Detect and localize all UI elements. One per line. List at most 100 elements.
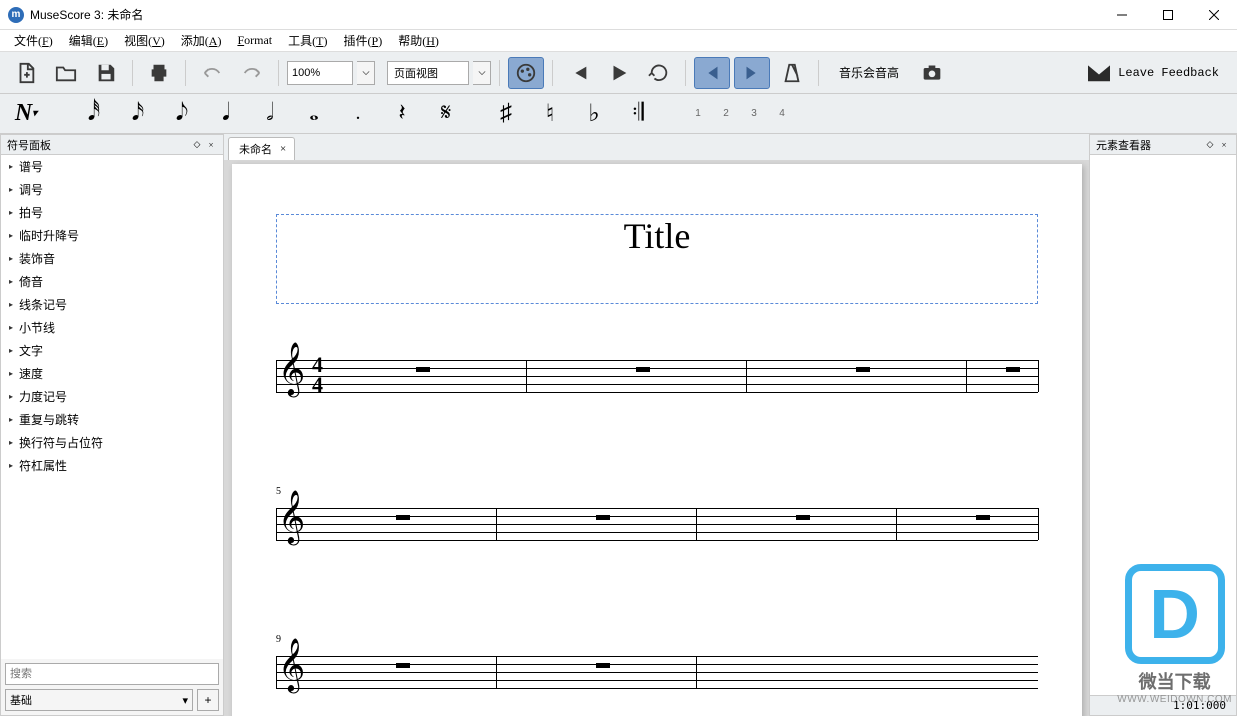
menu-add[interactable]: 添加(A) [173,30,230,51]
palette-item-beam[interactable]: 符杠属性 [1,454,223,477]
note-half-button[interactable]: 𝅝 [296,98,332,130]
treble-clef-icon: 𝄞 [278,490,305,545]
screenshot-button[interactable] [915,59,949,87]
main-toolbar: 100% 页面视图 音乐会音高 Leave Feedback [0,52,1237,94]
score-canvas[interactable]: Title 𝄞 44 5 𝄞 [224,160,1089,716]
note-8th-button[interactable]: 𝅘𝅥 [208,98,244,130]
menu-file[interactable]: 文件(F) [6,30,61,51]
palette-list: 谱号 调号 拍号 临时升降号 装饰音 倚音 线条记号 小节线 文字 速度 力度记… [1,155,223,659]
flat-button[interactable]: ♭ [576,98,612,130]
time-signature: 44 [312,355,323,395]
concert-pitch-button[interactable]: 音乐会音高 [827,64,911,81]
new-score-button[interactable] [8,57,44,89]
voice-3-button[interactable]: 3 [744,104,764,124]
save-button[interactable] [88,57,124,89]
feedback-label: Leave Feedback [1118,66,1219,80]
rewind-button[interactable] [561,57,597,89]
print-button[interactable] [141,57,177,89]
note-32nd-button[interactable]: 𝅘𝅥𝅯 [120,98,156,130]
treble-clef-icon: 𝄞 [278,638,305,693]
view-mode-dropdown[interactable] [473,61,491,85]
palette-item-lines[interactable]: 线条记号 [1,293,223,316]
note-input-mode-button[interactable]: N▾ [8,98,44,130]
palette-item-grace[interactable]: 倚音 [1,270,223,293]
palette-item-accidentals[interactable]: 临时升降号 [1,224,223,247]
palette-item-text[interactable]: 文字 [1,339,223,362]
palette-undock-icon[interactable]: ◇ [191,139,203,151]
palette-item-ornaments[interactable]: 装饰音 [1,247,223,270]
app-logo: m [8,7,24,23]
tab-close-icon[interactable]: × [280,143,286,155]
inspector-close-icon[interactable]: × [1218,139,1230,151]
watermark: D 微当下载 WWW.WEIDOWN.COM [1117,564,1232,705]
minimize-button[interactable] [1099,0,1145,30]
palette-item-repeats[interactable]: 重复与跳转 [1,408,223,431]
score-title[interactable]: Title [624,215,691,257]
palette-close-icon[interactable]: × [205,139,217,151]
voice-2-button[interactable]: 2 [716,104,736,124]
voice-1-button[interactable]: 1 [688,104,708,124]
metronome-button[interactable] [774,57,810,89]
maximize-button[interactable] [1145,0,1191,30]
window-title: MuseScore 3: 未命名 [30,6,1099,23]
menu-format[interactable]: Format [229,31,280,50]
staff-system-1[interactable]: 𝄞 44 [276,352,1038,400]
loop-in-button[interactable] [694,57,730,89]
note-16th-button[interactable]: 𝅘𝅥𝅮 [164,98,200,130]
play-button[interactable] [601,57,637,89]
inspector-undock-icon[interactable]: ◇ [1204,139,1216,151]
tie-button[interactable]: 𝄋 [428,98,464,130]
menu-tools[interactable]: 工具(T) [280,30,335,51]
loop-button[interactable] [641,57,677,89]
palette-item-barlines[interactable]: 小节线 [1,316,223,339]
palette-search-input[interactable] [5,663,219,685]
menu-edit[interactable]: 编辑(E) [61,30,116,51]
menu-help[interactable]: 帮助(H) [390,30,447,51]
palette-mode-combo[interactable]: 基础▾ [5,689,193,711]
score-page: Title 𝄞 44 5 𝄞 [232,164,1082,716]
redo-button[interactable] [234,57,270,89]
inspector-panel: 元素查看器 ◇ × D 微当下载 WWW.WEIDOWN.COM 1:01:00… [1089,134,1237,716]
voice-4-button[interactable]: 4 [772,104,792,124]
menu-plugins[interactable]: 插件(P) [335,30,390,51]
palette-item-keysig[interactable]: 调号 [1,178,223,201]
palette-panel: 符号面板 ◇ × 谱号 调号 拍号 临时升降号 装饰音 倚音 线条记号 小节线 … [0,134,224,716]
palette-add-button[interactable]: + [197,689,219,711]
title-frame[interactable]: Title [276,214,1038,304]
staff-system-2[interactable]: 5 𝄞 [276,500,1038,548]
score-area: 未命名 × Title 𝄞 44 [224,134,1089,716]
note-input-toolbar: N▾ 𝅘𝅥𝅰 𝅘𝅥𝅯 𝅘𝅥𝅮 𝅘𝅥 𝅗𝅥 𝅝 . 𝄽 𝄋 ♯ ♮ ♭ 𝄇 1 2… [0,94,1237,134]
sharp-button[interactable]: ♯ [488,98,524,130]
view-mode-combo[interactable]: 页面视图 [387,61,469,85]
flip-button[interactable]: 𝄇 [620,98,656,130]
palette-item-clefs[interactable]: 谱号 [1,155,223,178]
title-bar: m MuseScore 3: 未命名 [0,0,1237,30]
mail-icon [1088,64,1110,82]
close-button[interactable] [1191,0,1237,30]
palette-item-tempo[interactable]: 速度 [1,362,223,385]
zoom-dropdown[interactable] [357,61,375,85]
palette-item-dynamics[interactable]: 力度记号 [1,385,223,408]
watermark-logo-icon: D [1125,564,1225,664]
document-tab[interactable]: 未命名 × [228,137,295,160]
feedback-button[interactable]: Leave Feedback [1078,60,1229,86]
staff-system-3[interactable]: 9 𝄞 [276,648,1038,696]
rest-button[interactable]: 𝄽 [384,98,420,130]
palette-toggle-button[interactable] [508,57,544,89]
open-button[interactable] [48,57,84,89]
note-64th-button[interactable]: 𝅘𝅥𝅰 [76,98,112,130]
loop-out-button[interactable] [734,57,770,89]
natural-button[interactable]: ♮ [532,98,568,130]
menu-bar: 文件(F) 编辑(E) 视图(V) 添加(A) Format 工具(T) 插件(… [0,30,1237,52]
palette-item-breaks[interactable]: 换行符与占位符 [1,431,223,454]
menu-view[interactable]: 视图(V) [116,30,173,51]
palette-header: 符号面板 ◇ × [1,135,223,155]
note-dot-button[interactable]: . [340,98,376,130]
undo-button[interactable] [194,57,230,89]
treble-clef-icon: 𝄞 [278,342,305,397]
note-quarter-button[interactable]: 𝅗𝅥 [252,98,288,130]
document-tab-bar: 未命名 × [224,134,1089,160]
inspector-header: 元素查看器 ◇ × [1090,135,1236,155]
zoom-input[interactable]: 100% [287,61,353,85]
palette-item-timesig[interactable]: 拍号 [1,201,223,224]
